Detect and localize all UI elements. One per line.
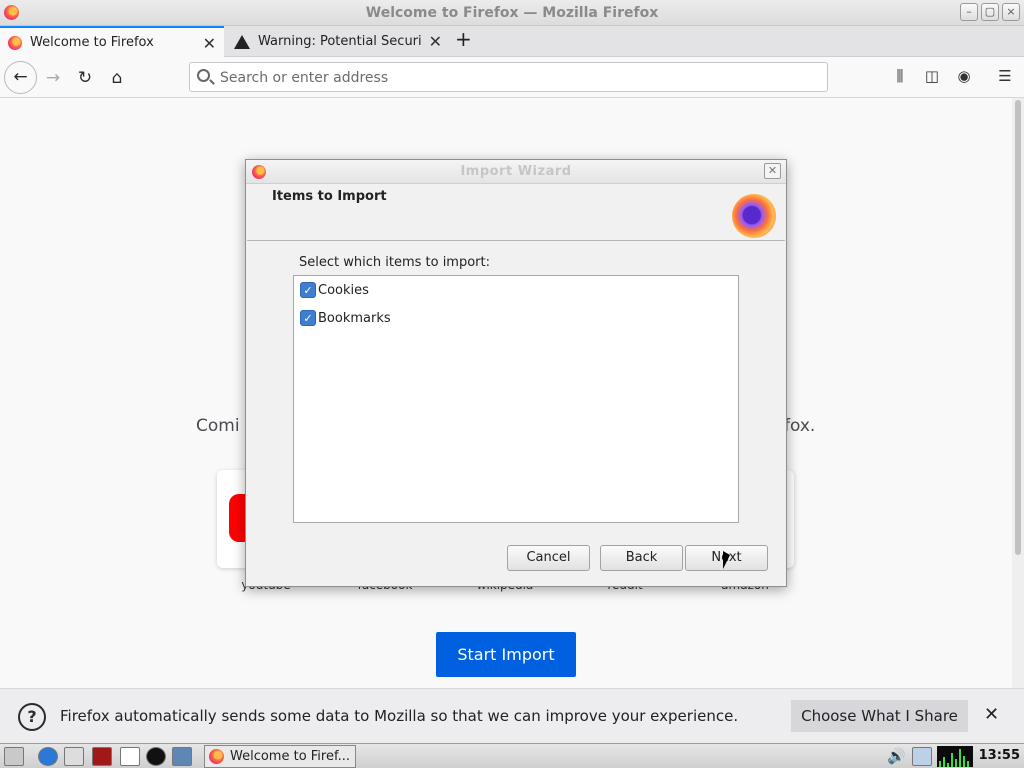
firefox-icon	[8, 35, 22, 50]
checkbox-checked-icon[interactable]: ✓	[300, 282, 316, 298]
menu-icon[interactable]: ☰	[995, 67, 1015, 87]
display-icon[interactable]	[172, 747, 192, 766]
system-taskbar: Welcome to Firef... 🔊 13:55	[0, 743, 1024, 768]
cpu-bar	[947, 763, 949, 767]
contrast-icon[interactable]	[146, 747, 166, 766]
list-item-cookies[interactable]: ✓ Cookies	[300, 280, 369, 300]
new-tab-button[interactable]: +	[455, 27, 472, 51]
app-launcher-icon[interactable]	[92, 747, 112, 766]
cpu-bar	[955, 759, 957, 767]
dialog-prompt: Select which items to import:	[299, 255, 491, 270]
cpu-bar	[959, 749, 961, 767]
address-input[interactable]	[220, 68, 810, 88]
back-button[interactable]: ←	[4, 61, 37, 94]
text-editor-icon[interactable]	[120, 747, 140, 766]
dialog-close-button[interactable]: ✕	[764, 163, 781, 179]
cpu-bar	[951, 753, 953, 767]
warning-icon	[234, 34, 250, 49]
taskbar-task-label: Welcome to Firef...	[230, 749, 351, 764]
data-notification-bar: ? Firefox automatically sends some data …	[0, 688, 1024, 743]
reload-button[interactable]: ↻	[72, 65, 98, 91]
tab-bar: Welcome to Firefox ✕ Warning: Potential …	[0, 26, 1024, 57]
scrollbar-thumb[interactable]	[1015, 100, 1021, 555]
window-titlebar: Welcome to Firefox — Mozilla Firefox – ▢…	[0, 0, 1024, 26]
checkbox-checked-icon[interactable]: ✓	[300, 310, 316, 326]
notification-message: Firefox automatically sends some data to…	[60, 707, 739, 725]
tab-welcome[interactable]: Welcome to Firefox ✕	[0, 26, 224, 57]
dialog-titlebar: Import Wizard ✕	[246, 160, 786, 184]
library-icon[interactable]: ⫼	[890, 67, 910, 87]
import-wizard-dialog: Import Wizard ✕ Items to Import Select w…	[245, 159, 787, 587]
item-label: Cookies	[318, 282, 369, 298]
navigation-toolbar: ← → ↻ ⌂ ⫼ ◫ ◉ ☰	[0, 57, 1024, 98]
cpu-bar	[963, 756, 965, 767]
search-icon	[197, 69, 210, 82]
tab-warning[interactable]: Warning: Potential Securi ✕	[226, 26, 450, 57]
cancel-button[interactable]: Cancel	[507, 545, 590, 571]
network-icon[interactable]	[912, 747, 932, 766]
maximize-button[interactable]: ▢	[981, 3, 999, 21]
cpu-bar	[967, 761, 969, 767]
browser-launcher-icon[interactable]	[38, 747, 58, 766]
file-manager-icon[interactable]	[64, 747, 84, 766]
import-items-list[interactable]: ✓ Cookies ✓ Bookmarks	[293, 275, 739, 523]
question-icon: ?	[18, 703, 46, 731]
cpu-bar	[943, 757, 945, 767]
cpu-bar	[939, 761, 941, 767]
close-icon[interactable]: ✕	[984, 704, 999, 725]
home-button[interactable]: ⌂	[104, 65, 130, 91]
volume-icon[interactable]: 🔊	[887, 747, 907, 766]
forward-button[interactable]: →	[40, 65, 66, 91]
taskbar-clock: 13:55	[978, 748, 1020, 763]
list-item-bookmarks[interactable]: ✓ Bookmarks	[300, 308, 391, 328]
window-title: Welcome to Firefox — Mozilla Firefox	[365, 5, 659, 21]
dialog-header: Items to Import	[247, 184, 785, 241]
firefox-logo-icon	[732, 194, 776, 238]
page-scrollbar[interactable]	[1012, 98, 1024, 688]
dialog-heading: Items to Import	[272, 189, 387, 204]
dialog-title: Import Wizard	[460, 164, 572, 179]
subtitle-right: fox.	[784, 416, 816, 436]
account-icon[interactable]: ◉	[954, 67, 974, 87]
start-menu-icon[interactable]	[4, 747, 24, 766]
item-label: Bookmarks	[318, 310, 391, 326]
firefox-icon	[209, 749, 224, 764]
close-window-button[interactable]: ×	[1002, 3, 1020, 21]
mouse-cursor-icon	[723, 551, 730, 569]
start-import-button[interactable]: Start Import	[436, 632, 576, 677]
taskbar-firefox-window[interactable]: Welcome to Firef...	[204, 745, 356, 768]
window-controls: – ▢ ×	[960, 3, 1020, 21]
tab-label: Welcome to Firefox	[30, 35, 154, 50]
address-bar[interactable]	[189, 62, 828, 92]
back-button[interactable]: Back	[600, 545, 683, 571]
sidebar-icon[interactable]: ◫	[922, 67, 942, 87]
tab-label: Warning: Potential Securi	[258, 34, 422, 49]
minimize-button[interactable]: –	[960, 3, 978, 21]
cpu-monitor-graph	[937, 746, 973, 767]
close-icon[interactable]: ✕	[203, 34, 216, 53]
close-icon[interactable]: ✕	[429, 32, 442, 51]
choose-what-i-share-button[interactable]: Choose What I Share	[791, 700, 968, 732]
